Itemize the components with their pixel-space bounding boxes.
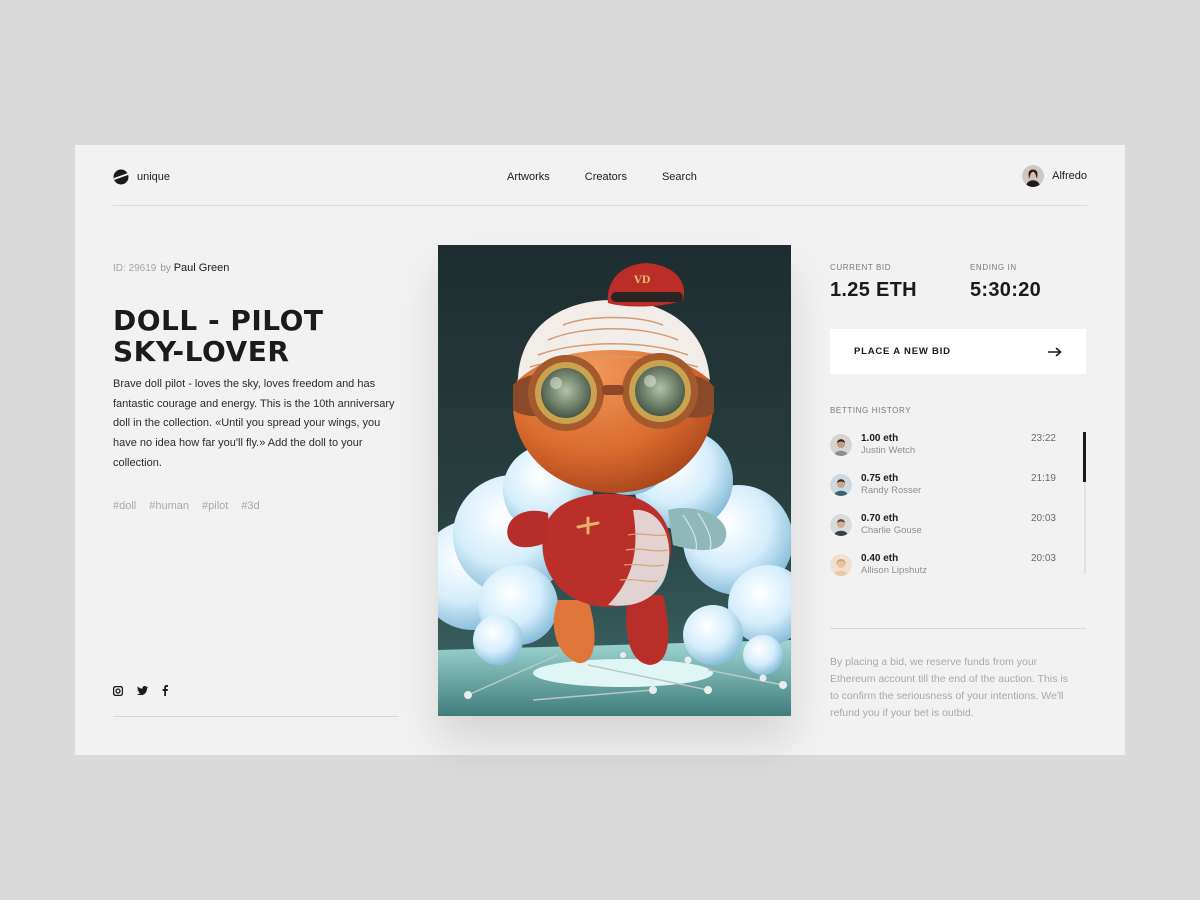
artwork-description: Brave doll pilot - loves the sky, loves … (113, 378, 395, 469)
logo-text: unique (137, 171, 171, 183)
ending-block: ENDING IN 5:30:20 (970, 263, 1041, 302)
logo-icon (113, 169, 129, 185)
bid-row: 0.40 eth Allison Lipshutz 20:03 (830, 552, 1056, 592)
current-bid-value: 1.25 ETH (830, 279, 917, 301)
bid-row: 1.00 eth Justin Wetch 23:22 (830, 432, 1056, 472)
bid-row: 0.70 eth Charlie Gouse 20:03 (830, 512, 1056, 552)
artwork-title: DOLL - PILOT SKY-LOVER (113, 305, 413, 367)
tag-doll[interactable]: #doll (113, 500, 136, 512)
bidder-avatar (830, 474, 852, 496)
bidder-name[interactable]: Randy Rosser (861, 485, 921, 496)
current-bid-block: CURRENT BID 1.25 ETH (830, 263, 917, 302)
bid-row: 0.75 eth Randy Rosser 21:19 (830, 472, 1056, 512)
betting-history-label: BETTING HISTORY (830, 406, 912, 415)
social-links (113, 685, 168, 696)
history-scrollbar-thumb[interactable] (1083, 432, 1086, 482)
nav-creators[interactable]: Creators (585, 171, 627, 183)
facebook-icon[interactable] (162, 685, 168, 696)
doll-pilot-illustration: VD (438, 245, 791, 716)
bidder-name[interactable]: Allison Lipshutz (861, 565, 927, 576)
instagram-icon[interactable] (113, 685, 123, 696)
right-divider (830, 628, 1086, 629)
bidder-avatar (830, 514, 852, 536)
ending-label: ENDING IN (970, 263, 1017, 272)
bid-time: 23:22 (1030, 433, 1056, 444)
artwork-image[interactable]: VD (438, 245, 791, 716)
place-bid-label: PLACE A NEW BID (854, 346, 951, 357)
betting-history-list: 1.00 eth Justin Wetch 23:22 0.75 eth Ran… (830, 432, 1056, 592)
artwork-id: ID: 29619 (113, 263, 157, 274)
bid-time: 21:19 (1030, 473, 1056, 484)
main-nav: Artworks Creators Search (507, 171, 697, 183)
user-avatar (1022, 165, 1045, 187)
tag-list: #doll #human #pilot #3d (113, 500, 260, 512)
bidder-avatar (830, 554, 852, 576)
by-label: by (160, 263, 171, 274)
hat-monogram: VD (633, 275, 651, 286)
title-line-2: SKY-LOVER (113, 335, 290, 368)
countdown-timer: 5:30:20 (970, 279, 1042, 301)
user-name: Alfredo (1052, 170, 1087, 182)
twitter-icon[interactable] (137, 686, 148, 695)
title-line-1: DOLL - PILOT (113, 304, 324, 337)
current-bid-label: CURRENT BID (830, 263, 892, 272)
tag-human[interactable]: #human (149, 500, 189, 512)
bid-amount: 0.40 eth (861, 553, 899, 564)
bid-amount: 1.00 eth (861, 433, 899, 444)
tag-3d[interactable]: #3d (241, 500, 259, 512)
bidder-avatar (830, 434, 852, 456)
bid-time: 20:03 (1030, 553, 1056, 564)
logo[interactable]: unique (113, 169, 170, 185)
place-bid-button[interactable]: PLACE A NEW BID (830, 329, 1086, 374)
bidder-name[interactable]: Charlie Gouse (861, 525, 922, 536)
bidder-name[interactable]: Justin Wetch (861, 445, 915, 456)
nft-detail-card: unique Artworks Creators Search Alfredo … (75, 145, 1125, 755)
bid-amount: 0.75 eth (861, 473, 899, 484)
bid-time: 20:03 (1030, 513, 1056, 524)
left-divider (113, 716, 399, 717)
bid-disclaimer: By placing a bid, we reserve funds from … (830, 656, 1068, 719)
nav-search[interactable]: Search (662, 171, 697, 183)
user-menu[interactable]: Alfredo (1022, 165, 1087, 187)
header-divider (113, 205, 1087, 206)
nav-artworks[interactable]: Artworks (507, 171, 550, 183)
bid-amount: 0.70 eth (861, 513, 899, 524)
arrow-right-icon (1048, 346, 1062, 357)
author-link[interactable]: Paul Green (174, 262, 230, 274)
tag-pilot[interactable]: #pilot (202, 500, 228, 512)
artwork-meta: ID: 29619 by Paul Green (113, 262, 229, 274)
